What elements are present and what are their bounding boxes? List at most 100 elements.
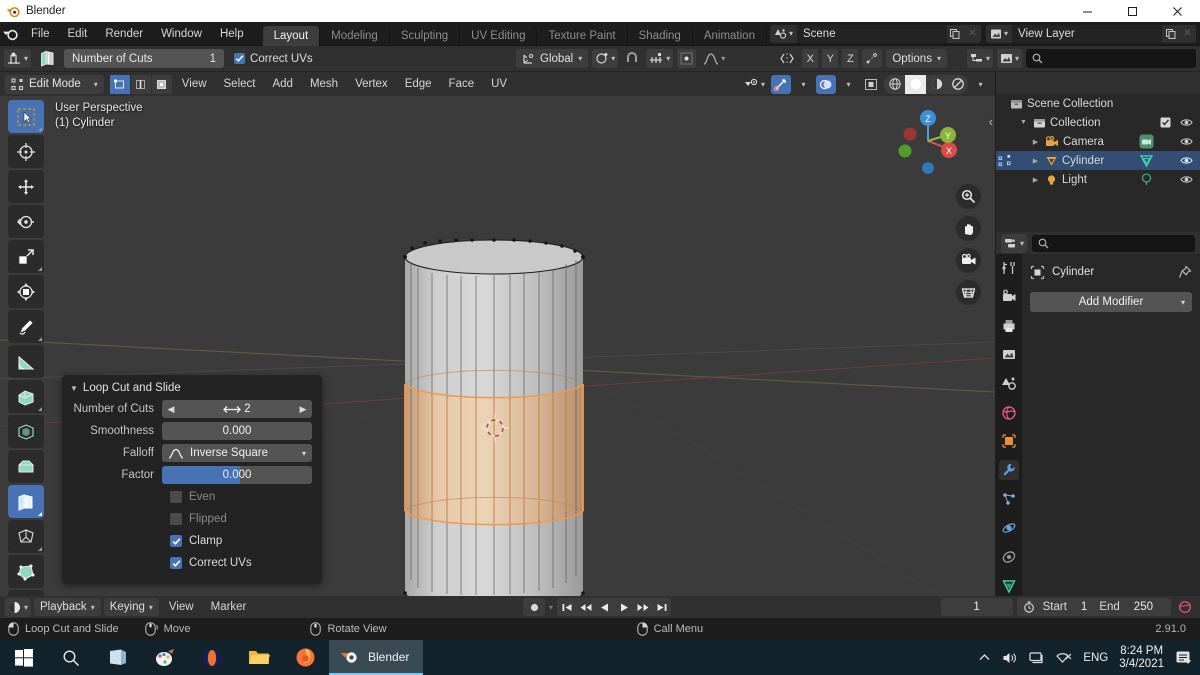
menu-help[interactable]: Help [211, 22, 253, 46]
network-icon[interactable] [1029, 651, 1045, 665]
proportional-editing-toggle[interactable] [677, 49, 697, 68]
output-properties-tab[interactable] [999, 316, 1019, 336]
panel-collapse-triangle-icon[interactable]: ▼ [70, 384, 78, 393]
viewport-menu-face[interactable]: Face [442, 72, 482, 96]
toggle-orthographic-button[interactable] [956, 280, 981, 305]
stepper-decrement-icon[interactable]: ◀ [164, 400, 178, 418]
sidebar-collapse-arrow-icon[interactable]: ‹ [989, 114, 993, 129]
outliner-editor[interactable]: Scene Collection ▼ Collection ▶ Camera ▶… [996, 72, 1200, 232]
viewport-menu-uv[interactable]: UV [484, 72, 514, 96]
viewport-menu-select[interactable]: Select [217, 72, 263, 96]
viewport-menu-add[interactable]: Add [265, 72, 299, 96]
end-frame-value[interactable]: 250 [1134, 601, 1165, 613]
timeline-menu-marker[interactable]: Marker [204, 596, 254, 618]
workspace-tab-modeling[interactable]: Modeling [320, 25, 390, 46]
show-gizmo-toggle[interactable] [771, 74, 791, 94]
world-properties-indicator-icon[interactable] [1175, 598, 1195, 617]
play-reverse-button[interactable] [595, 598, 614, 616]
tool-poly-build[interactable] [8, 555, 44, 588]
outliner-display-mode[interactable]: ▾ [966, 49, 993, 68]
use-preview-range-icon[interactable] [1023, 601, 1043, 613]
tool-inset-faces[interactable] [8, 415, 44, 448]
clamp-checkbox[interactable] [170, 535, 182, 547]
pivot-point-selector[interactable]: ▾ [592, 49, 619, 68]
jump-to-end-button[interactable] [652, 598, 671, 616]
network-disconnected-icon[interactable] [1056, 651, 1072, 665]
workspace-tab-texture-paint[interactable]: Texture Paint [537, 25, 628, 46]
minimize-button[interactable] [1065, 0, 1110, 22]
show-overlays-toggle[interactable] [816, 74, 836, 94]
camera-data-icon[interactable] [1139, 134, 1154, 149]
overlays-dropdown[interactable]: ▾ [839, 75, 858, 94]
file-explorer-icon[interactable] [235, 640, 282, 675]
tool-bevel[interactable] [8, 450, 44, 483]
falloff-dropdown[interactable]: Inverse Square ▾ [162, 444, 312, 462]
operator-redo-panel[interactable]: ▼ Loop Cut and Slide Number of Cuts ◀ 2 … [62, 375, 322, 584]
new-scene-button[interactable] [946, 24, 964, 43]
playback-menu[interactable]: Playback ▾ [34, 598, 101, 616]
transform-orientation-selector[interactable]: Global ▾ [516, 49, 589, 68]
start-button[interactable] [0, 640, 47, 675]
mirror-axis-x[interactable]: X [802, 49, 819, 68]
timeline-menu-view[interactable]: View [162, 596, 201, 618]
close-button[interactable] [1155, 0, 1200, 22]
operator-panel-title[interactable]: ▼ Loop Cut and Slide [62, 380, 322, 400]
workspace-tab-shading[interactable]: Shading [628, 25, 693, 46]
proportional-falloff-icon[interactable]: ▾ [700, 49, 728, 68]
wireframe-shading-button[interactable] [884, 75, 905, 94]
firefox-icon[interactable] [282, 640, 329, 675]
camera-visibility-eye-icon[interactable] [1180, 132, 1193, 151]
pin-icon[interactable] [1178, 265, 1192, 279]
delete-scene-button[interactable]: ✕ [963, 24, 981, 43]
even-checkbox[interactable] [170, 491, 182, 503]
shading-dropdown[interactable]: ▾ [971, 75, 990, 94]
outliner-row-scene-collection[interactable]: Scene Collection [996, 94, 1200, 113]
view-layer-icon[interactable]: ▾ [985, 24, 1012, 43]
interaction-mode-selector[interactable]: Edit Mode ▾ [5, 74, 104, 94]
opera-icon[interactable] [188, 640, 235, 675]
taskbar-search-icon[interactable] [47, 640, 94, 675]
scene-name[interactable]: Scene [796, 24, 947, 43]
tool-cursor[interactable] [8, 135, 44, 168]
taskbar-clock[interactable]: 8:24 PM 3/4/2021 [1119, 645, 1164, 671]
task-view-icon[interactable] [94, 640, 141, 675]
view-layer-properties-tab[interactable] [999, 345, 1019, 365]
render-properties-tab[interactable] [999, 287, 1019, 307]
properties-search-input[interactable] [1032, 234, 1195, 252]
jump-to-start-button[interactable] [557, 598, 576, 616]
scene-properties-tab[interactable] [999, 374, 1019, 394]
tray-expand-icon[interactable] [978, 651, 991, 664]
correct-uvs-toggle[interactable]: Correct UVs [228, 53, 313, 65]
tool-transform[interactable] [8, 275, 44, 308]
auto-keying-button[interactable] [523, 598, 545, 616]
workspace-tab-uv-editing[interactable]: UV Editing [460, 25, 538, 46]
delete-view-layer-button[interactable]: ✕ [1179, 24, 1196, 43]
stepper-increment-icon[interactable]: ▶ [296, 400, 310, 418]
particle-properties-tab[interactable] [999, 489, 1019, 509]
view-layer-name[interactable]: View Layer [1012, 24, 1162, 43]
object-constraint-properties-tab[interactable] [999, 547, 1019, 567]
volume-icon[interactable] [1002, 651, 1018, 665]
tool-properties-tab[interactable] [999, 258, 1019, 278]
camera-view-button[interactable] [956, 248, 981, 273]
tool-loop-cut[interactable] [8, 485, 44, 518]
active-tool-icon[interactable]: ▾ [4, 49, 32, 68]
properties-editor[interactable]: ▾ Cylinder Add Modifier ▾ [996, 232, 1200, 596]
outliner-filter-icon[interactable]: ▾ [996, 49, 1022, 68]
smoothness-field[interactable]: 0.000 [162, 422, 312, 440]
solid-shading-button[interactable] [905, 74, 926, 94]
options-menu[interactable]: Options ▾ [886, 49, 947, 68]
paint-icon[interactable] [141, 640, 188, 675]
menu-file[interactable]: File [22, 22, 59, 46]
input-language-label[interactable]: ENG [1083, 652, 1108, 664]
correct-uvs-checkbox[interactable] [234, 53, 246, 64]
navigation-gizmo[interactable]: Z X Y [891, 104, 965, 178]
play-button[interactable] [614, 598, 633, 616]
notifications-icon[interactable] [1175, 650, 1192, 666]
tool-knife[interactable] [8, 520, 44, 553]
number-of-cuts-field[interactable]: Number of Cuts 1 [64, 49, 225, 68]
keying-menu[interactable]: Keying ▾ [103, 598, 159, 616]
outliner-row-cylinder[interactable]: ▶ Cylinder [996, 151, 1200, 170]
tool-rotate[interactable] [8, 205, 44, 238]
viewport-menu-mesh[interactable]: Mesh [303, 72, 345, 96]
